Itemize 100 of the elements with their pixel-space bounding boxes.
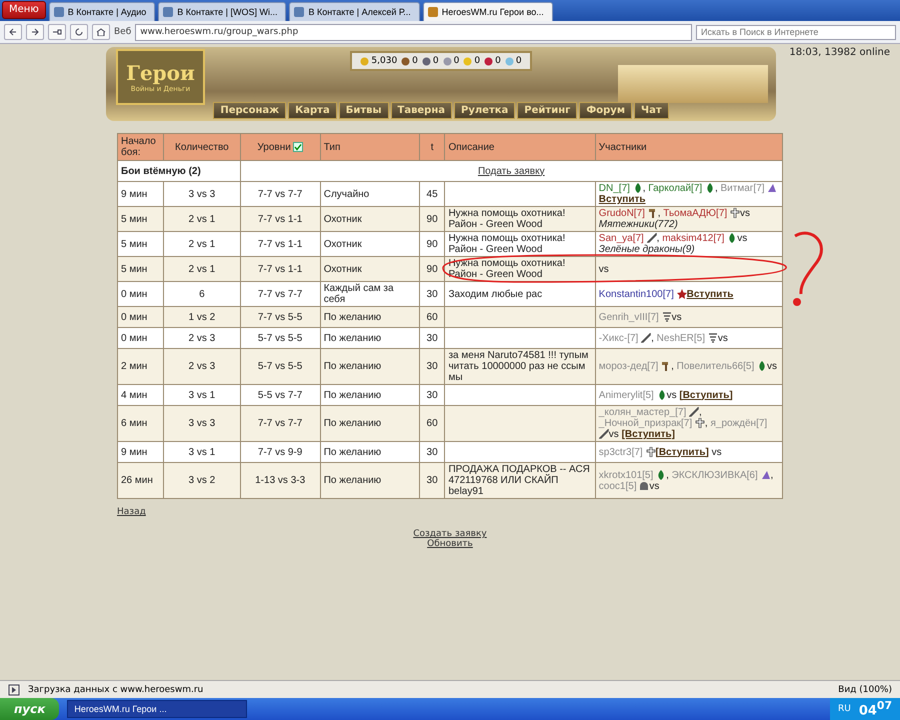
resource-value: 0	[454, 56, 460, 66]
sword-icon	[598, 429, 609, 440]
player-link[interactable]: Витмаг[7]	[720, 183, 765, 194]
table-cell: 2 vs 3	[164, 328, 240, 348]
player-link[interactable]: _колян_мастер_[7]	[598, 407, 686, 418]
nav-link[interactable]: Таверна	[390, 102, 452, 119]
leaf-icon	[656, 390, 667, 400]
nav-link[interactable]: Рулетка	[454, 102, 516, 119]
language-indicator[interactable]: RU	[838, 704, 851, 714]
player-link[interactable]: я_рождён[7]	[710, 418, 768, 429]
player-link[interactable]: Genrih_vIII[7]	[598, 312, 659, 322]
star-icon	[676, 288, 687, 299]
nav-link[interactable]: Чат	[634, 102, 669, 119]
table-cell: Случайно	[320, 182, 420, 206]
table-cell: 30	[419, 442, 445, 462]
nav-link[interactable]: Карта	[288, 102, 337, 119]
table-cell: По желанию	[320, 348, 420, 384]
table-cell: 2 vs 1	[164, 206, 240, 232]
sword-icon	[641, 332, 652, 343]
join-link[interactable]: [Вступить]	[656, 446, 709, 458]
address-field[interactable]: www.heroeswm.ru/group_wars.php	[135, 24, 692, 40]
table-cell: 6	[164, 282, 240, 306]
player-link[interactable]: NeshER[5]	[656, 332, 706, 344]
table-cell: 60	[419, 406, 445, 442]
nav-link[interactable]: Персонаж	[213, 102, 286, 119]
player-link[interactable]: Konstantin100[7]	[598, 288, 674, 300]
browser-tab[interactable]: HeroesWM.ru Герои во...	[422, 2, 553, 21]
table-cell: Охотник	[320, 232, 420, 256]
forward-icon[interactable]	[26, 24, 44, 40]
column-header: Тип	[320, 134, 420, 160]
table-cell: 1-13 vs 3-3	[240, 462, 320, 498]
table-cell: По желанию	[320, 306, 420, 328]
player-link[interactable]: Гарколай[7]	[648, 183, 702, 194]
vs-label: vs	[712, 446, 722, 458]
join-link[interactable]: [Вступить]	[622, 429, 675, 440]
back-icon[interactable]	[4, 24, 22, 40]
player-link[interactable]: GrudoN[7]	[598, 208, 645, 219]
vs-label: vs	[737, 233, 748, 244]
checkbox[interactable]	[292, 142, 303, 152]
player-link[interactable]: DN_[7]	[598, 183, 630, 194]
player-link[interactable]: Повелитель66[5]	[676, 361, 754, 372]
join-link[interactable]: [Вступить]	[679, 390, 733, 400]
table-cell: 7-7 vs 1-1	[240, 256, 320, 282]
submit-request-link[interactable]: Подать заявку	[478, 166, 545, 176]
player-link[interactable]: -Хикс-[7]	[598, 332, 638, 344]
back-link[interactable]: Назад	[117, 507, 146, 517]
vs-label: vs	[718, 332, 728, 344]
table-cell: По желанию	[320, 328, 420, 348]
home-icon[interactable]	[92, 24, 110, 40]
table-cell: за меня Naruto74581 !!! тупым читать 10000000 раз не ссым мы	[444, 348, 596, 384]
player-link[interactable]: Animerylit[5]	[598, 390, 654, 400]
panel-toggle-icon[interactable]	[8, 684, 20, 696]
nav-link[interactable]: Рейтинг	[517, 102, 578, 119]
table-cell: 26 мин	[118, 462, 164, 498]
refresh-link[interactable]: Обновить	[427, 539, 473, 549]
player-link[interactable]: ЭКСКЛЮЗИВКА[6]	[672, 470, 758, 480]
player-link[interactable]: ТьомаАДЮ[7]	[663, 208, 728, 219]
comma: ,	[642, 183, 646, 194]
browser-tab[interactable]: В Контакте | Аудио	[48, 2, 156, 21]
create-request-link[interactable]: Создать заявку	[413, 529, 487, 539]
search-field[interactable]: Искать в Поиск в Интернете	[696, 24, 896, 40]
vs-label: vs	[740, 208, 750, 219]
player-link[interactable]: sp3ctr3[7]	[598, 446, 643, 458]
table-cell: 90	[419, 206, 445, 232]
clan-name: Зелёные драконы(9)	[598, 244, 695, 255]
table-cell: Охотник	[320, 206, 420, 232]
player-link[interactable]: maksim412[7]	[662, 233, 724, 244]
resource-value: 0	[495, 56, 501, 66]
player-link[interactable]: cooc1[5]	[598, 480, 637, 492]
player-link[interactable]: xkrotx101[5]	[598, 470, 654, 480]
browser-tab[interactable]: В Контакте | Алексей Р...	[289, 2, 420, 21]
menu-button[interactable]: Меню	[2, 0, 46, 18]
column-header: t	[419, 134, 445, 160]
table-cell: 5-7 vs 5-5	[240, 348, 320, 384]
table-cell: По желанию	[320, 442, 420, 462]
reload-icon[interactable]	[70, 24, 88, 40]
player-link[interactable]: мороз-дед[7]	[598, 361, 658, 372]
key-icon[interactable]	[48, 24, 66, 40]
status-text: Загрузка данных с www.heroeswm.ru	[28, 684, 204, 694]
table-cell: ПРОДАЖА ПОДАРКОВ -- АСЯ 472119768 ИЛИ СКАЙП belay91	[444, 462, 596, 498]
player-link[interactable]: San_ya[7]	[598, 233, 644, 244]
table-cell: 30	[419, 462, 445, 498]
browser-tab[interactable]: В Контакте | [WOS] Wi...	[158, 2, 286, 21]
table-cell: 0 мин	[118, 306, 164, 328]
column-header: Участники	[595, 134, 782, 160]
table-cell: 30	[419, 328, 445, 348]
table-cell: 5 мин	[118, 232, 164, 256]
vk-icon	[54, 7, 64, 17]
comma: ,	[770, 470, 774, 480]
zoom-control[interactable]: Вид (100%)	[838, 684, 892, 694]
taskbar-item[interactable]: HeroesWM.ru Герои ...	[67, 700, 248, 718]
table-cell: 90	[419, 256, 445, 282]
join-link[interactable]: Вступить	[598, 194, 646, 205]
nav-link[interactable]: Форум	[579, 102, 632, 119]
join-link[interactable]: Вступить	[686, 288, 734, 300]
table-cell: Охотник	[320, 256, 420, 282]
start-button[interactable]: пуск	[0, 698, 60, 720]
player-link[interactable]: _Ночной_призрак[7]	[598, 418, 692, 429]
table-cell: 4 мин	[118, 384, 164, 406]
nav-link[interactable]: Битвы	[338, 102, 388, 119]
